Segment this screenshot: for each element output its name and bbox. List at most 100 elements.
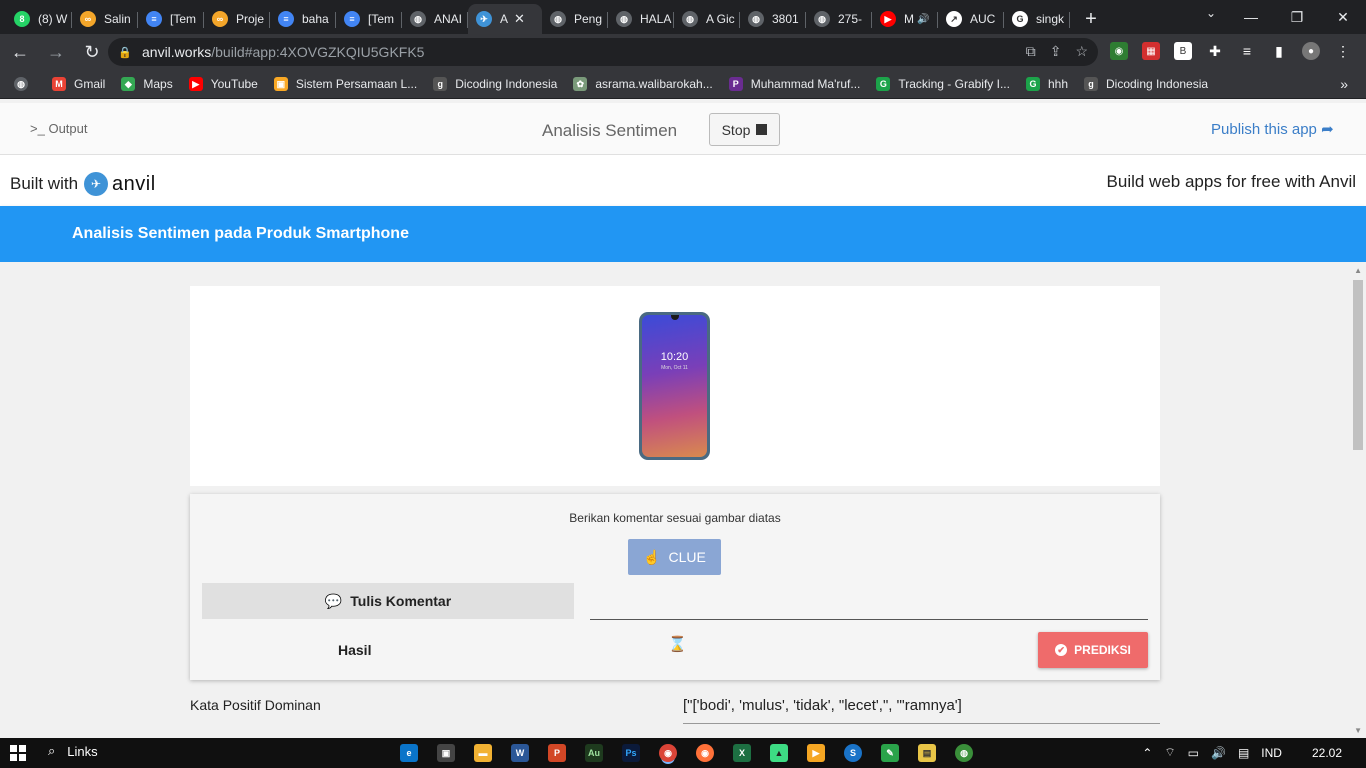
bookmark-item[interactable]: M Gmail (52, 77, 105, 91)
bookmark-item[interactable]: G Tracking - Grabify I... (876, 77, 1010, 91)
address-bar[interactable]: 🔒 anvil.works/build#app:4XOVGZKQIU5GKFK5… (108, 38, 1098, 66)
bookmark-item[interactable]: ▣ Sistem Persamaan L... (273, 77, 417, 91)
browser-tab[interactable]: ≡ [Tem (336, 4, 402, 34)
share-arrow-icon: ➦ (1321, 121, 1334, 138)
browser-tab[interactable]: ≡ [Tem (138, 4, 204, 34)
translate-icon[interactable]: ⧉ (1026, 43, 1036, 60)
edge-icon[interactable]: e (400, 744, 418, 762)
new-tab-button[interactable]: + (1076, 4, 1106, 34)
android-studio-icon[interactable]: ▲ (770, 744, 788, 762)
profile-avatar[interactable]: ● (1302, 42, 1320, 60)
close-window-icon[interactable]: ✕ (1320, 0, 1366, 34)
media-control-icon[interactable]: ≡ (1238, 42, 1256, 60)
output-label: Output (48, 121, 88, 136)
tab-label: AUC (970, 12, 996, 26)
app-title: Analisis Sentimen pada Produk Smartphone (72, 225, 409, 242)
browser-menu-icon[interactable]: ⋮ (1334, 42, 1352, 60)
built-with-link[interactable]: Built with ✈ anvil (10, 172, 156, 196)
output-toggle[interactable]: >_ Output (30, 121, 87, 136)
tab-audio-icon[interactable]: 🔊 (917, 14, 929, 25)
extension-mega-icon[interactable]: ▦ (1142, 42, 1160, 60)
browser-tab[interactable]: ≡ baha (270, 4, 336, 34)
media-player-icon[interactable]: ▶ (807, 744, 825, 762)
browser-alt-icon[interactable]: ◍ (955, 744, 973, 762)
extensions-puzzle-icon[interactable]: ✚ (1206, 42, 1224, 60)
tab-search-icon[interactable]: ⌄ (1206, 6, 1216, 20)
chrome-icon[interactable]: ◉ (659, 744, 677, 762)
apps-globe-icon[interactable]: ◍ (14, 77, 36, 91)
scroll-down-icon[interactable]: ▼ (1354, 726, 1362, 735)
browser-tab[interactable]: ◍ 3801 (740, 4, 806, 34)
browser-tab[interactable]: ◍ HALA (608, 4, 674, 34)
tab-label: 275- (838, 12, 863, 26)
app-s-icon[interactable]: S (844, 744, 862, 762)
battery-icon[interactable]: ▭ (1188, 746, 1199, 760)
browser-tab[interactable]: ◍ Peng (542, 4, 608, 34)
forward-icon[interactable]: → (40, 36, 72, 68)
restore-icon[interactable]: ❐ (1274, 0, 1320, 34)
browser-tab[interactable]: 8 (8) W (6, 4, 72, 34)
publish-link[interactable]: Publish this app ➦ (1211, 120, 1334, 138)
product-image-card: 10:20 Mon, Oct 11 (190, 286, 1160, 486)
publish-label: Publish this app (1211, 121, 1317, 138)
wifi-icon[interactable]: ⌔ (1164, 745, 1175, 760)
extension-b-icon[interactable]: B (1174, 42, 1192, 60)
browser-tab[interactable]: ◍ A Gic (674, 4, 740, 34)
stop-button[interactable]: Stop (709, 113, 780, 146)
comment-input[interactable] (590, 586, 1148, 620)
bookmarks-overflow-icon[interactable]: » (1340, 76, 1348, 92)
minimize-icon[interactable]: — (1228, 0, 1274, 34)
windows-start-icon[interactable] (10, 745, 26, 761)
scrollbar-thumb[interactable] (1353, 280, 1363, 450)
build-free-link[interactable]: Build web apps for free with Anvil (1107, 172, 1356, 192)
audition-icon[interactable]: Au (585, 744, 603, 762)
volume-icon[interactable]: 🔊 (1211, 746, 1226, 760)
sticky-notes-icon[interactable]: ▤ (918, 744, 936, 762)
bookmark-item[interactable]: ✿ asrama.walibarokah... (573, 77, 713, 91)
bookmark-item[interactable]: g Dicoding Indonesia (1084, 77, 1208, 91)
photoshop-icon[interactable]: Ps (622, 744, 640, 762)
bookmark-item[interactable]: g Dicoding Indonesia (433, 77, 557, 91)
notifications-icon[interactable]: ▤ (1238, 746, 1249, 760)
share-icon[interactable]: ⇪ (1050, 43, 1062, 60)
scroll-up-icon[interactable]: ▲ (1354, 266, 1362, 275)
firefox-icon[interactable]: ◉ (696, 744, 714, 762)
file-explorer-icon[interactable]: ▬ (474, 744, 492, 762)
back-icon[interactable]: ← (4, 36, 36, 68)
powerpoint-icon[interactable]: P (548, 744, 566, 762)
extension-globe-icon[interactable]: ◉ (1110, 42, 1128, 60)
browser-tab[interactable]: ◍ ANAI (402, 4, 468, 34)
browser-tab[interactable]: ▶ M 🔊 (872, 4, 938, 34)
anvil-icon: ✈ (476, 11, 492, 27)
bookmark-star-icon[interactable]: ☆ (1075, 43, 1088, 60)
bookmark-item[interactable]: ◆ Maps (121, 77, 173, 91)
close-tab-icon[interactable]: ✕ (514, 11, 525, 27)
tray-chevron-icon[interactable]: ⌃ (1142, 746, 1152, 760)
clue-button[interactable]: ☝ CLUE (628, 539, 721, 575)
youtube-icon: ▶ (880, 11, 896, 27)
browser-tab[interactable]: ∞ Proje (204, 4, 270, 34)
language-indicator[interactable]: IND (1261, 746, 1282, 760)
url-text[interactable]: anvil.works/build#app:4XOVGZKQIU5GKFK5 (142, 44, 424, 60)
bookmark-label: Gmail (74, 77, 106, 91)
bookmark-item[interactable]: ▶ YouTube (188, 77, 258, 91)
side-panel-icon[interactable]: ▮ (1270, 42, 1288, 60)
excel-icon[interactable]: X (733, 744, 751, 762)
lock-icon[interactable]: 🔒 (108, 46, 142, 59)
browser-tab[interactable]: ↗ AUC (938, 4, 1004, 34)
notepad-plus-icon[interactable]: ✎ (881, 744, 899, 762)
browser-tab[interactable]: ✈ A ✕ (468, 4, 542, 34)
taskbar-search[interactable]: ⌕ Links (48, 743, 98, 759)
word-icon[interactable]: W (511, 744, 529, 762)
chart-icon: ↗ (946, 11, 962, 27)
bookmark-item[interactable]: P Muhammad Ma'ruf... (728, 77, 860, 91)
browser-tab[interactable]: ∞ Salin (72, 4, 138, 34)
browser-tab[interactable]: Gsingk (1004, 4, 1070, 34)
bookmark-item[interactable]: Ghhh (1025, 77, 1068, 91)
comment-form-card: Berikan komentar sesuai gambar diatas ☝ … (190, 494, 1160, 680)
reload-icon[interactable]: ↻ (76, 36, 108, 68)
store-icon[interactable]: ▣ (437, 744, 455, 762)
prediksi-button[interactable]: ✔ PREDIKSI (1038, 632, 1148, 668)
clock[interactable]: 22.02 (1312, 746, 1342, 760)
browser-tab[interactable]: ◍ 275- (806, 4, 872, 34)
